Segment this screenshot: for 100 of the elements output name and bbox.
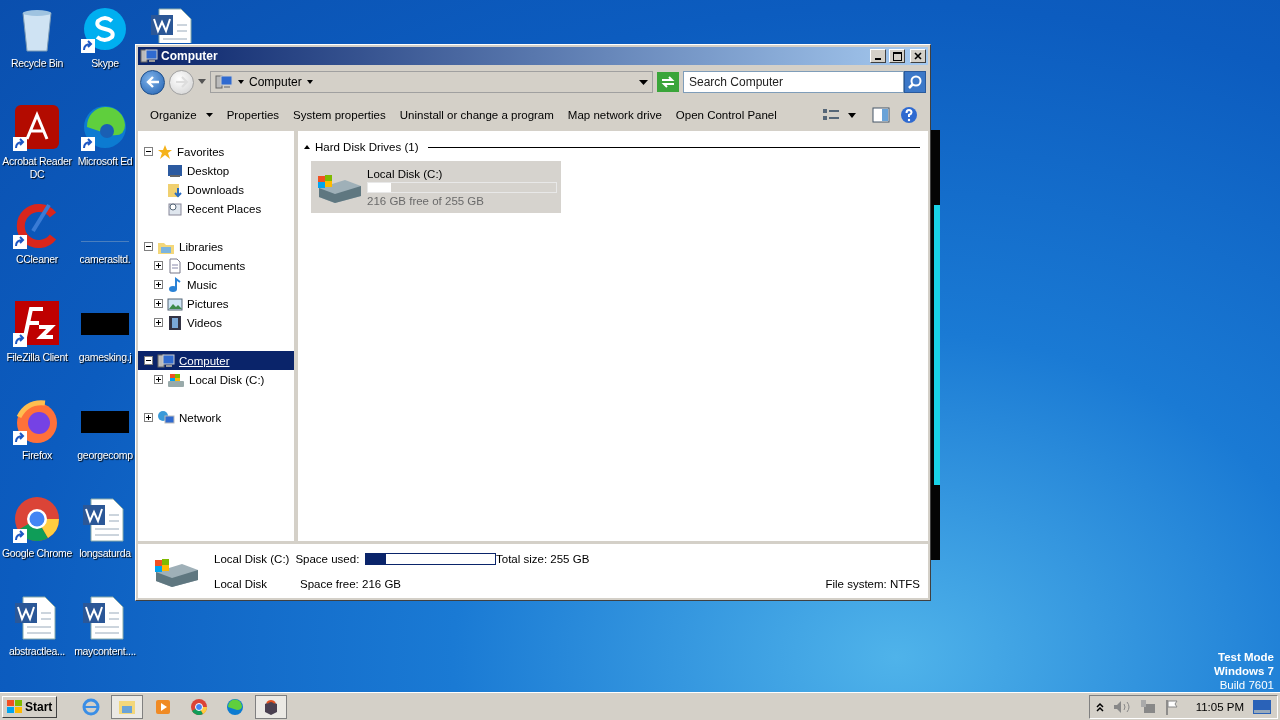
drive-tile[interactable]: Local Disk (C:) 216 GB free of 255 GB xyxy=(311,161,561,213)
minus-icon xyxy=(145,357,152,364)
desktop-icon-label[interactable]: camerasltd. xyxy=(79,253,131,266)
network-icon xyxy=(157,409,175,426)
collapse-caret-icon[interactable] xyxy=(304,145,310,149)
expand-button[interactable] xyxy=(154,318,163,327)
nav-item[interactable]: Music xyxy=(187,278,218,291)
close-icon xyxy=(914,52,922,60)
back-button[interactable] xyxy=(140,69,165,95)
expand-button[interactable] xyxy=(154,280,163,289)
selected-row-highlight[interactable]: Computer xyxy=(138,351,294,370)
details-name: Local Disk (C:) xyxy=(214,552,290,565)
desktop-icon-label[interactable]: Microsoft Ed xyxy=(77,155,133,168)
toolbar-button[interactable]: Organize xyxy=(144,105,219,125)
expand-button[interactable] xyxy=(154,299,163,308)
nav-item[interactable]: Videos xyxy=(187,316,222,329)
forward-arrow-icon xyxy=(174,76,189,88)
show-desktop-icon[interactable] xyxy=(1253,699,1271,714)
drive-name: Local Disk (C:) xyxy=(367,167,444,180)
desktop-icon-label[interactable]: Firefox xyxy=(22,449,52,462)
minimize-button[interactable] xyxy=(870,49,886,63)
star-icon xyxy=(157,143,173,160)
expand-button[interactable] xyxy=(154,375,163,384)
nav-item[interactable]: Desktop xyxy=(187,164,230,177)
help-icon[interactable] xyxy=(900,106,918,124)
nav-item[interactable]: Network xyxy=(179,411,222,424)
nav-item[interactable]: Downloads xyxy=(187,183,244,196)
toolbar-button[interactable]: System properties xyxy=(287,105,392,125)
edge-app-icon xyxy=(226,697,245,716)
browser-e-icon xyxy=(82,697,101,716)
chrome-app-icon xyxy=(13,495,61,543)
skype-app-icon xyxy=(81,5,129,53)
details-value: Space free: 216 GB xyxy=(300,577,401,590)
back-arrow-icon xyxy=(145,76,160,88)
nav-item[interactable]: Computer xyxy=(179,354,230,367)
film-icon xyxy=(167,314,183,331)
minus-icon xyxy=(145,148,152,155)
caret-icon[interactable] xyxy=(306,80,313,84)
maximize-button[interactable] xyxy=(889,49,905,63)
nav-item[interactable]: Local Disk (C:) xyxy=(189,373,265,386)
collapse-button[interactable] xyxy=(144,147,153,156)
minus-icon xyxy=(145,243,152,250)
details-label: Space used: xyxy=(295,552,360,565)
plus-icon xyxy=(155,300,162,307)
window-title: Computer xyxy=(161,49,219,63)
nav-item[interactable]: Libraries xyxy=(179,240,224,253)
desktop-icon-label[interactable]: abstractlea... xyxy=(9,645,65,658)
desktop-icon-label[interactable]: Skype xyxy=(91,57,119,70)
nav-item[interactable]: Documents xyxy=(187,259,246,272)
windows-logo-icon xyxy=(7,699,23,714)
address-bar[interactable]: Computer xyxy=(210,71,653,93)
expand-button[interactable] xyxy=(144,413,153,422)
nav-item[interactable]: Pictures xyxy=(187,297,229,310)
nav-item[interactable]: Favorites xyxy=(177,145,225,158)
caret-icon[interactable] xyxy=(238,80,244,84)
desktop-icon-label[interactable]: FileZilla Client xyxy=(6,351,68,364)
close-button[interactable] xyxy=(910,49,926,63)
start-button[interactable]: Start xyxy=(2,695,58,718)
collapse-button[interactable] xyxy=(144,242,153,251)
desktop-icon-label[interactable]: longsaturda xyxy=(79,547,131,560)
picture-icon xyxy=(167,295,183,312)
plus-icon xyxy=(155,262,162,269)
desktop-icon-label[interactable]: maycontent.... xyxy=(74,645,136,658)
history-caret-icon[interactable] xyxy=(198,79,206,85)
search-button[interactable] xyxy=(904,71,926,93)
toolbar-button[interactable]: Open Control Panel xyxy=(669,105,783,125)
chrome-app-icon xyxy=(190,697,209,716)
download-folder-icon xyxy=(167,181,183,198)
desktop-icon-label[interactable]: Recycle Bin xyxy=(10,57,64,70)
computer-icon xyxy=(215,74,233,90)
document-icon xyxy=(167,257,183,274)
maximize-icon xyxy=(892,51,902,61)
toolbar-button[interactable]: Uninstall or change a program xyxy=(393,105,560,125)
search-field[interactable]: Search Computer xyxy=(683,71,904,93)
toolbar-button[interactable]: Properties xyxy=(220,105,286,125)
taskbar-app-button[interactable] xyxy=(255,694,288,719)
refresh-icon[interactable] xyxy=(657,72,679,92)
collapse-button[interactable] xyxy=(144,356,153,365)
desktop-icon-label[interactable]: gamesking.j xyxy=(78,351,132,364)
filezilla-app-icon xyxy=(13,299,61,347)
chevron-up-icon[interactable] xyxy=(1095,701,1104,712)
toolbar-button[interactable]: Map network drive xyxy=(561,105,668,125)
plus-icon xyxy=(155,376,162,383)
computer-icon xyxy=(157,352,175,369)
desktop-icon-label[interactable]: georgecomp xyxy=(77,449,133,462)
flag-icon[interactable] xyxy=(1164,698,1179,715)
dropdown-caret-icon[interactable] xyxy=(639,79,648,85)
group-heading[interactable]: Hard Disk Drives (1) xyxy=(315,141,419,153)
desktop-icon-label[interactable]: Acrobat Reader DC xyxy=(0,155,74,181)
preview-pane-icon[interactable] xyxy=(872,107,890,123)
view-options-icon[interactable] xyxy=(822,107,840,123)
edge-app-icon xyxy=(81,103,129,151)
clock[interactable]: 11:05 PM xyxy=(1195,700,1244,713)
os-notice-text: Windows 7 xyxy=(1214,664,1274,678)
nav-item[interactable]: Recent Places xyxy=(187,202,262,215)
breadcrumb[interactable]: Computer xyxy=(249,75,302,89)
free-space-text: 216 GB free of 255 GB xyxy=(367,194,485,207)
desktop-icon-label[interactable]: Google Chrome xyxy=(1,547,73,560)
desktop-icon-label[interactable]: CCleaner xyxy=(16,253,58,266)
expand-button[interactable] xyxy=(154,261,163,270)
